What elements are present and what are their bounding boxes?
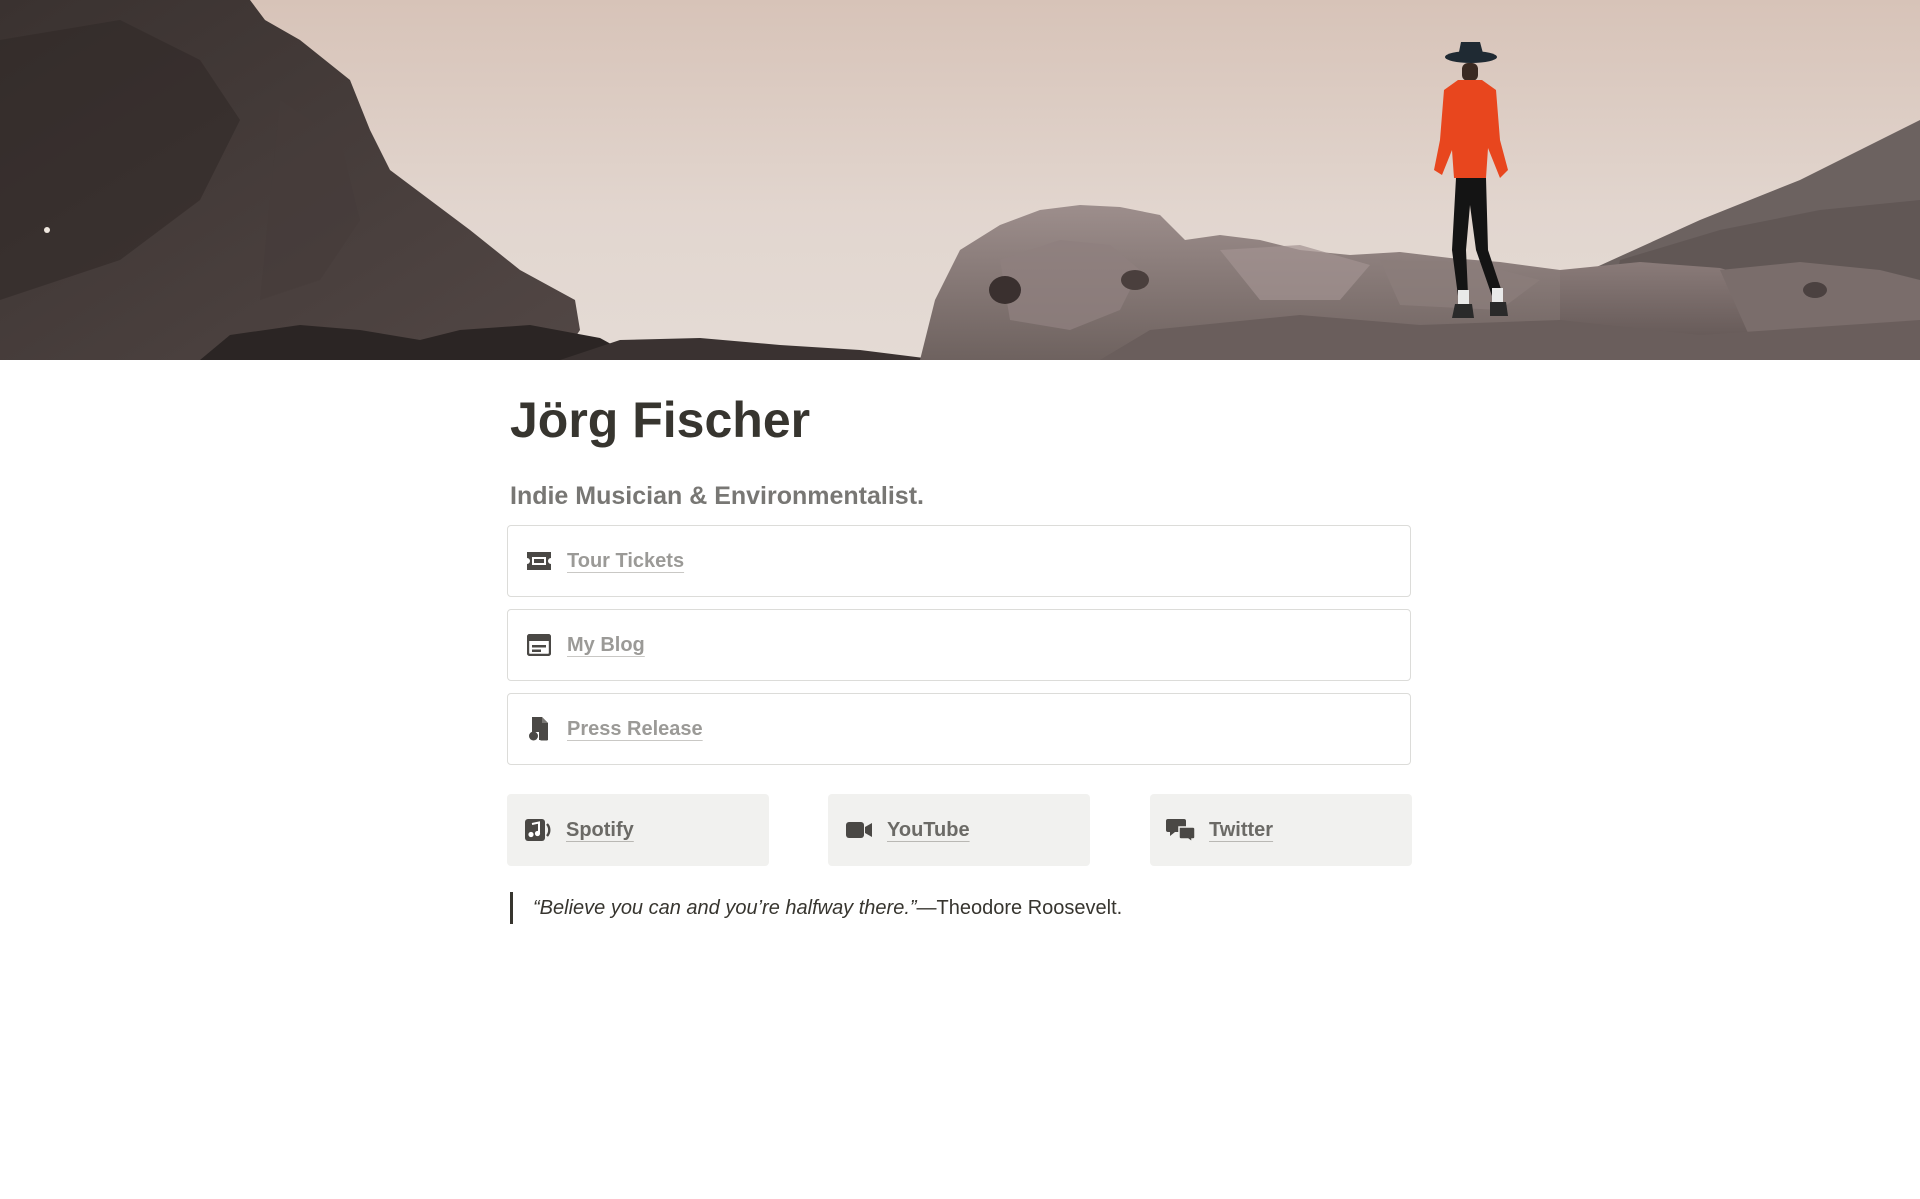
quote-text: “Believe you can and you’re halfway ther… (533, 896, 917, 919)
chat-bubbles-icon (1166, 816, 1196, 844)
social-card-label[interactable]: Spotify (566, 819, 634, 842)
music-file-icon (523, 816, 553, 844)
link-card-label[interactable]: My Blog (567, 634, 645, 657)
social-card-label[interactable]: Twitter (1209, 819, 1273, 842)
cover-image (0, 0, 1920, 360)
video-camera-icon (844, 816, 874, 844)
link-card-my-blog[interactable]: My Blog (507, 609, 1411, 681)
link-card-label[interactable]: Press Release (567, 718, 703, 741)
cover-photo-illustration (0, 0, 1920, 360)
browser-window-icon (526, 632, 552, 658)
page-title: Jörg Fischer (510, 392, 811, 448)
page-tagline: Indie Musician & Environmentalist. (510, 482, 924, 510)
social-card-spotify[interactable]: Spotify (507, 794, 769, 866)
social-card-twitter[interactable]: Twitter (1150, 794, 1412, 866)
ticket-icon (526, 548, 552, 574)
link-card-label[interactable]: Tour Tickets (567, 550, 684, 573)
document-shapes-icon (526, 716, 552, 742)
quote-attribution: —Theodore Roosevelt. (916, 896, 1123, 919)
quote-block: “Believe you can and you’re halfway ther… (510, 892, 1122, 924)
social-card-label[interactable]: YouTube (887, 819, 970, 842)
link-card-press-release[interactable]: Press Release (507, 693, 1411, 765)
social-card-youtube[interactable]: YouTube (828, 794, 1090, 866)
link-card-tour-tickets[interactable]: Tour Tickets (507, 525, 1411, 597)
